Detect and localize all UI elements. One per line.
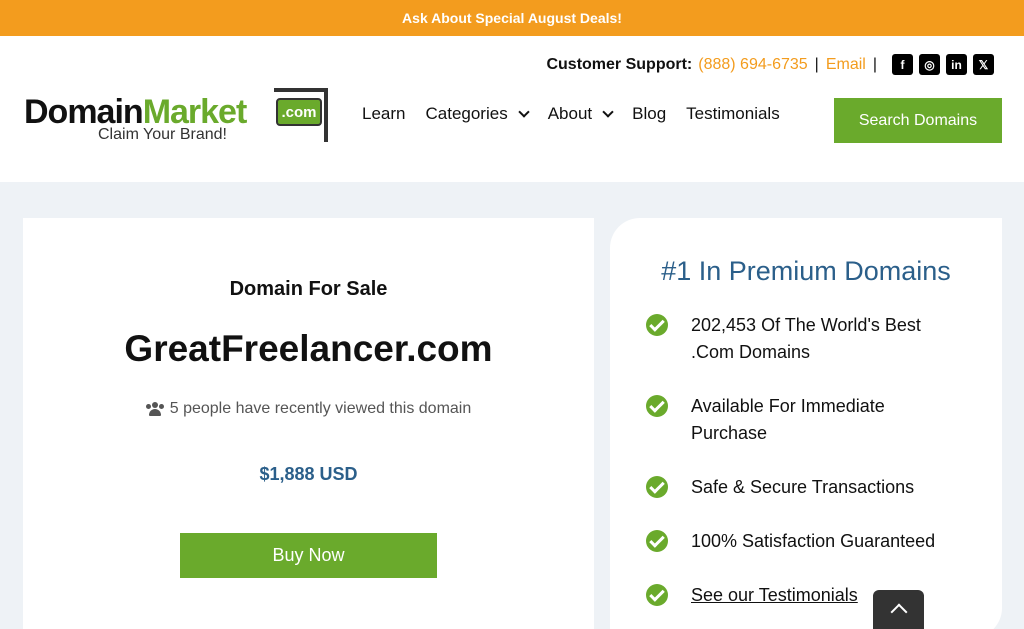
linkedin-icon[interactable]: in: [946, 54, 967, 75]
logo-sign-beam: [274, 88, 328, 92]
support-label: Customer Support:: [546, 55, 693, 73]
nav-item-label: Categories: [425, 104, 508, 123]
nav-item-label: Testimonials: [686, 104, 780, 123]
separator: |: [814, 55, 819, 73]
check-circle-icon: [646, 530, 668, 552]
domain-for-sale-heading: Domain For Sale: [229, 278, 388, 300]
feature-item: Safe & Secure Transactions: [646, 474, 961, 501]
x-icon[interactable]: 𝕏: [973, 54, 994, 75]
promo-banner[interactable]: Ask About Special August Deals!: [0, 0, 1024, 36]
support-phone-link[interactable]: (888) 694-6735: [698, 56, 807, 74]
chevron-down-icon: [518, 105, 530, 118]
feature-text: 100% Satisfaction Guaranteed: [691, 531, 936, 551]
feature-text: Available For Immediate Purchase: [691, 396, 885, 443]
domain-name: GreatFreelancer.com: [124, 328, 493, 369]
logo-com-sign: .com: [276, 98, 322, 126]
instagram-icon[interactable]: ◎: [919, 54, 940, 75]
nav-item-learn[interactable]: Learn: [362, 104, 405, 124]
domain-sale-card: Domain For Sale GreatFreelancer.com 5 pe…: [23, 218, 594, 629]
site-header: Customer Support: (888) 694-6735 | Email…: [0, 36, 1024, 182]
recent-views-notice: 5 people have recently viewed this domai…: [23, 400, 594, 418]
feature-item: 100% Satisfaction Guaranteed: [646, 528, 961, 555]
promo-text[interactable]: Ask About Special August Deals!: [402, 10, 622, 26]
facebook-icon[interactable]: f: [892, 54, 913, 75]
recent-views-text: 5 people have recently viewed this domai…: [169, 400, 472, 417]
search-domains-button[interactable]: Search Domains: [834, 98, 1002, 143]
nav-item-blog[interactable]: Blog: [632, 104, 666, 124]
premium-title: #1 In Premium Domains: [661, 256, 951, 286]
nav-item-categories[interactable]: Categories: [425, 104, 530, 124]
nav-item-label: Blog: [632, 104, 667, 123]
nav-item-about[interactable]: About: [547, 104, 614, 124]
separator: |: [872, 55, 877, 73]
nav-item-label: About: [547, 104, 593, 123]
site-logo[interactable]: DomainMarket .com Claim Your Brand!: [24, 88, 334, 148]
chevron-down-icon: [602, 105, 614, 118]
feature-item: 202,453 Of The World's Best .Com Domains: [646, 312, 961, 366]
check-circle-icon: [646, 476, 668, 498]
check-circle-icon: [646, 314, 668, 336]
feature-text: Safe & Secure Transactions: [691, 477, 915, 497]
logo-tagline: Claim Your Brand!: [98, 126, 227, 143]
premium-features-card: #1 In Premium Domains 202,453 Of The Wor…: [610, 218, 1002, 629]
check-circle-icon: [646, 395, 668, 417]
nav-item-label: Learn: [362, 104, 406, 123]
logo-sign-post: [324, 88, 328, 142]
nav-item-testimonials[interactable]: Testimonials: [686, 104, 780, 124]
check-circle-icon: [646, 584, 668, 606]
feature-item: Available For Immediate Purchase: [646, 393, 961, 447]
chevron-up-icon: [890, 603, 907, 621]
social-links: f ◎ in 𝕏: [892, 54, 994, 75]
support-email-link[interactable]: Email: [826, 56, 866, 74]
buy-now-button[interactable]: Buy Now: [180, 533, 437, 578]
support-bar: Customer Support: (888) 694-6735 | Email…: [546, 54, 994, 75]
scroll-to-top-button[interactable]: [873, 590, 924, 629]
users-icon: [145, 402, 164, 416]
domain-price: $1,888 USD: [259, 464, 358, 484]
main-nav: Learn Categories About Blog Testimonials: [362, 104, 800, 124]
feature-text: 202,453 Of The World's Best .Com Domains: [691, 315, 921, 362]
